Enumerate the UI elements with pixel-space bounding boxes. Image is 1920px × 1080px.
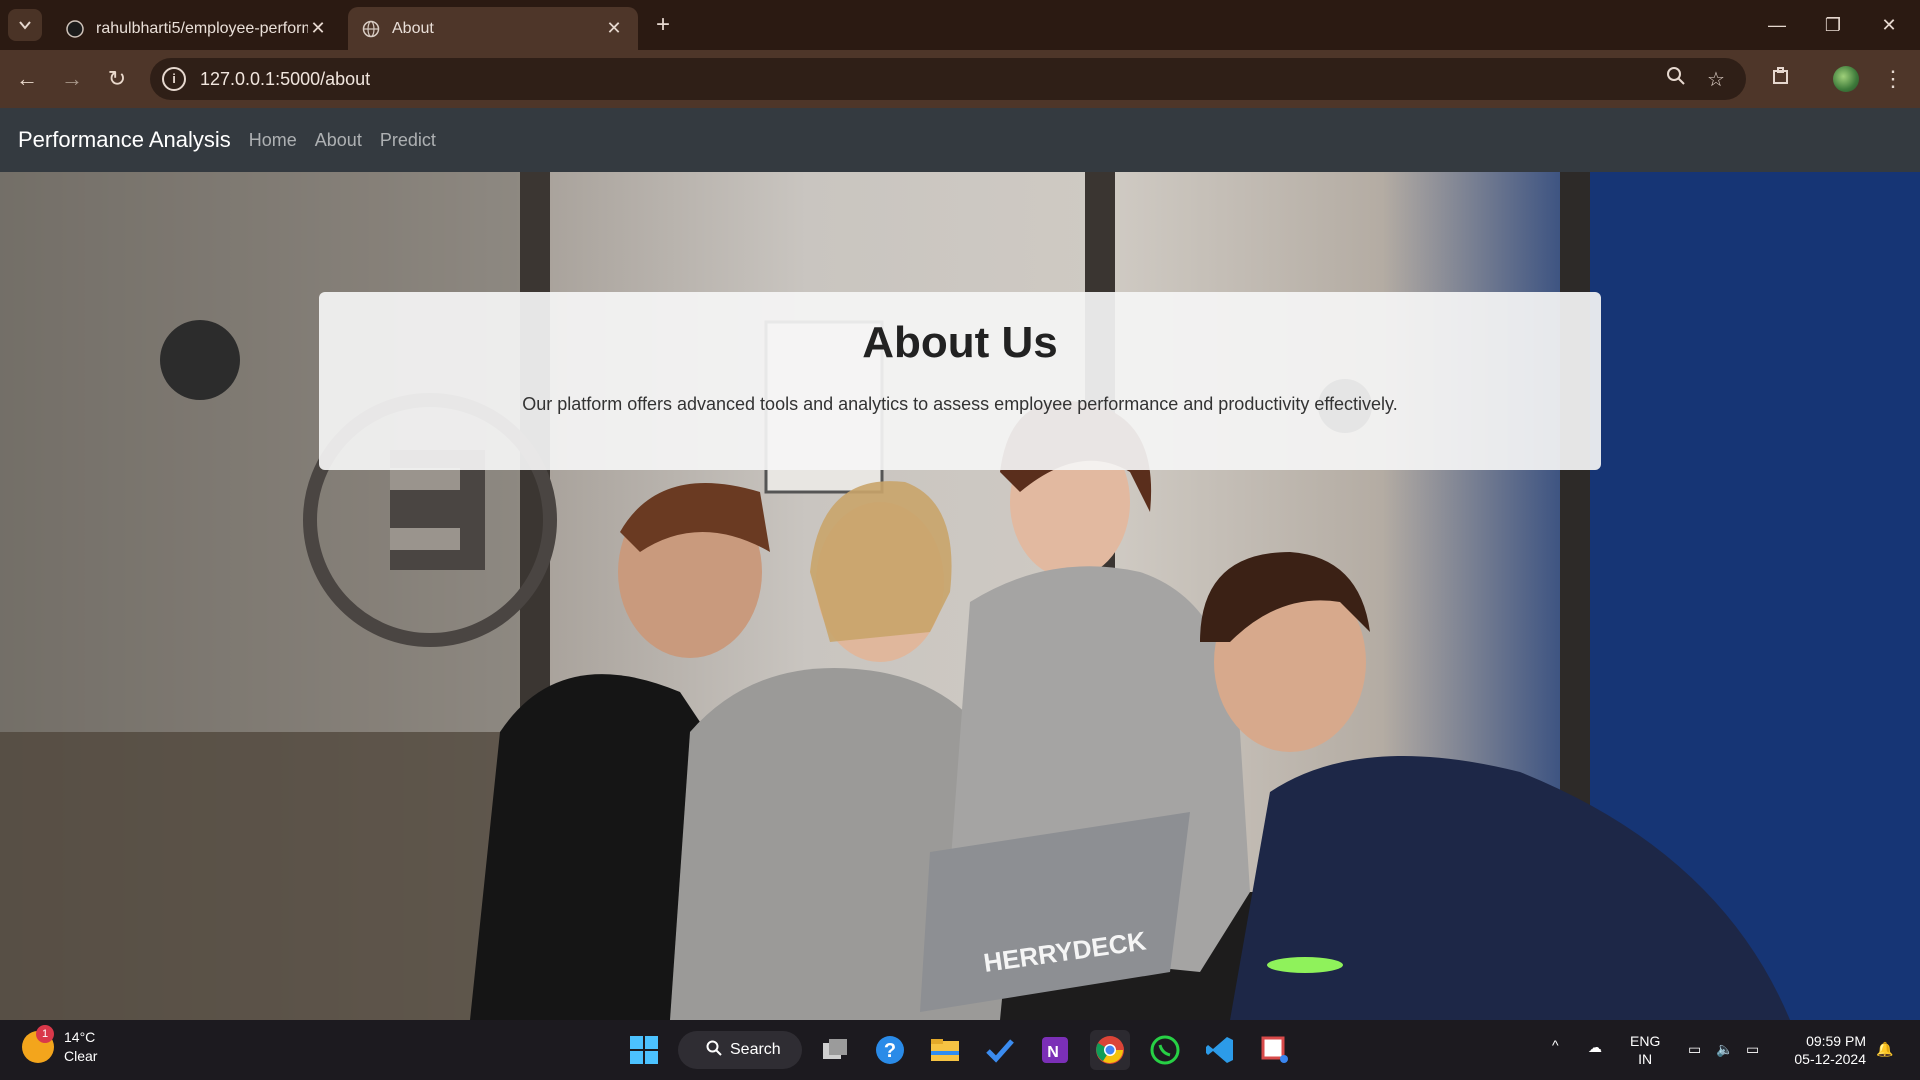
onedrive-cloud-icon[interactable]: ☁ (1588, 1038, 1602, 1056)
volume-icon[interactable]: 🔈 (1716, 1040, 1733, 1058)
notification-bell-icon[interactable]: 🔔 (1876, 1040, 1893, 1058)
extensions-icon[interactable] (1765, 63, 1797, 95)
address-bar[interactable]: i 127.0.0.1:5000/about ☆ (150, 58, 1746, 100)
reload-icon[interactable]: ↻ (101, 63, 133, 95)
site-brand[interactable]: Performance Analysis (18, 127, 231, 153)
site-navbar: Performance Analysis Home About Predict (0, 108, 1920, 172)
svg-text:?: ? (884, 1040, 896, 1062)
github-icon (66, 19, 84, 38)
clock-date: 05-12-2024 (1794, 1051, 1866, 1067)
taskbar: 1 14°C Clear Search ? N ^ ☁ ENG IN ▭ 🔈 ▭… (0, 1020, 1920, 1080)
minimize-icon[interactable]: — (1762, 10, 1792, 40)
whatsapp-icon[interactable] (1145, 1030, 1185, 1070)
chevron-up-icon[interactable]: ^ (1552, 1036, 1559, 1054)
tab-search-menu-button[interactable] (8, 9, 42, 41)
windows-start-icon[interactable] (624, 1030, 664, 1070)
new-tab-button[interactable]: + (650, 12, 676, 38)
help-icon[interactable]: ? (870, 1030, 910, 1070)
back-arrow-icon[interactable]: ← (11, 63, 43, 95)
onenote-icon[interactable]: N (1035, 1030, 1075, 1070)
globe-icon (362, 20, 380, 37)
profile-avatar[interactable] (1833, 66, 1859, 92)
browser-tabstrip: rahulbharti5/employee-perform ✕ About ✕ … (0, 0, 1920, 50)
site-info-icon[interactable]: i (162, 67, 186, 91)
tab-about[interactable]: About ✕ (348, 7, 638, 50)
nav-link-predict[interactable]: Predict (380, 130, 436, 151)
zoom-icon[interactable] (1662, 66, 1690, 94)
nav-link-home[interactable]: Home (249, 130, 297, 151)
search-icon (706, 1040, 722, 1061)
clock-time: 09:59 PM (1806, 1033, 1866, 1049)
network-icon[interactable]: ▭ (1688, 1040, 1701, 1058)
tab-github[interactable]: rahulbharti5/employee-perform ✕ (52, 7, 342, 50)
nav-link-about[interactable]: About (315, 130, 362, 151)
close-icon[interactable]: ✕ (604, 18, 624, 39)
about-card: About Us Our platform offers advanced to… (319, 292, 1601, 470)
language-indicator[interactable]: ENG IN (1630, 1032, 1660, 1068)
task-view-icon[interactable] (815, 1030, 855, 1070)
notification-badge: 1 (36, 1025, 54, 1043)
forward-arrow-icon[interactable]: → (56, 63, 88, 95)
about-heading: About Us (862, 318, 1058, 367)
bookmark-star-icon[interactable]: ☆ (1702, 66, 1730, 94)
close-icon[interactable]: ✕ (308, 18, 328, 39)
snipping-tool-icon[interactable] (1255, 1030, 1295, 1070)
file-explorer-icon[interactable] (925, 1030, 965, 1070)
svg-text:N: N (1047, 1044, 1059, 1061)
clock[interactable]: 09:59 PM 05-12-2024 (1782, 1032, 1866, 1068)
vscode-icon[interactable] (1200, 1030, 1240, 1070)
address-url[interactable]: 127.0.0.1:5000/about (200, 69, 370, 90)
todo-icon[interactable] (980, 1030, 1020, 1070)
search-label: Search (730, 1041, 781, 1058)
weather-temp: 14°C (64, 1029, 96, 1045)
web-page: Performance Analysis Home About Predict (0, 108, 1920, 1020)
hero-background-image: HERRYDECK About Us Our platform offers a… (0, 172, 1920, 1020)
close-window-icon[interactable]: ✕ (1874, 10, 1904, 40)
about-text: Our platform offers advanced tools and a… (522, 394, 1398, 414)
browser-toolbar: ← → ↻ i 127.0.0.1:5000/about ☆ ⋮ (0, 50, 1920, 108)
kebab-menu-icon[interactable]: ⋮ (1877, 63, 1909, 95)
moon-icon: 1 (22, 1025, 54, 1063)
restore-icon[interactable]: ❐ (1818, 10, 1848, 40)
tab-title: rahulbharti5/employee-perform (96, 19, 308, 37)
chevron-down-icon (19, 21, 31, 30)
battery-icon[interactable]: ▭ (1746, 1040, 1759, 1058)
weather-widget[interactable]: 1 14°C Clear (22, 1025, 98, 1066)
tab-title: About (392, 19, 434, 37)
chrome-icon[interactable] (1090, 1030, 1130, 1070)
taskbar-search[interactable]: Search (678, 1031, 802, 1069)
weather-condition: Clear (64, 1048, 98, 1064)
